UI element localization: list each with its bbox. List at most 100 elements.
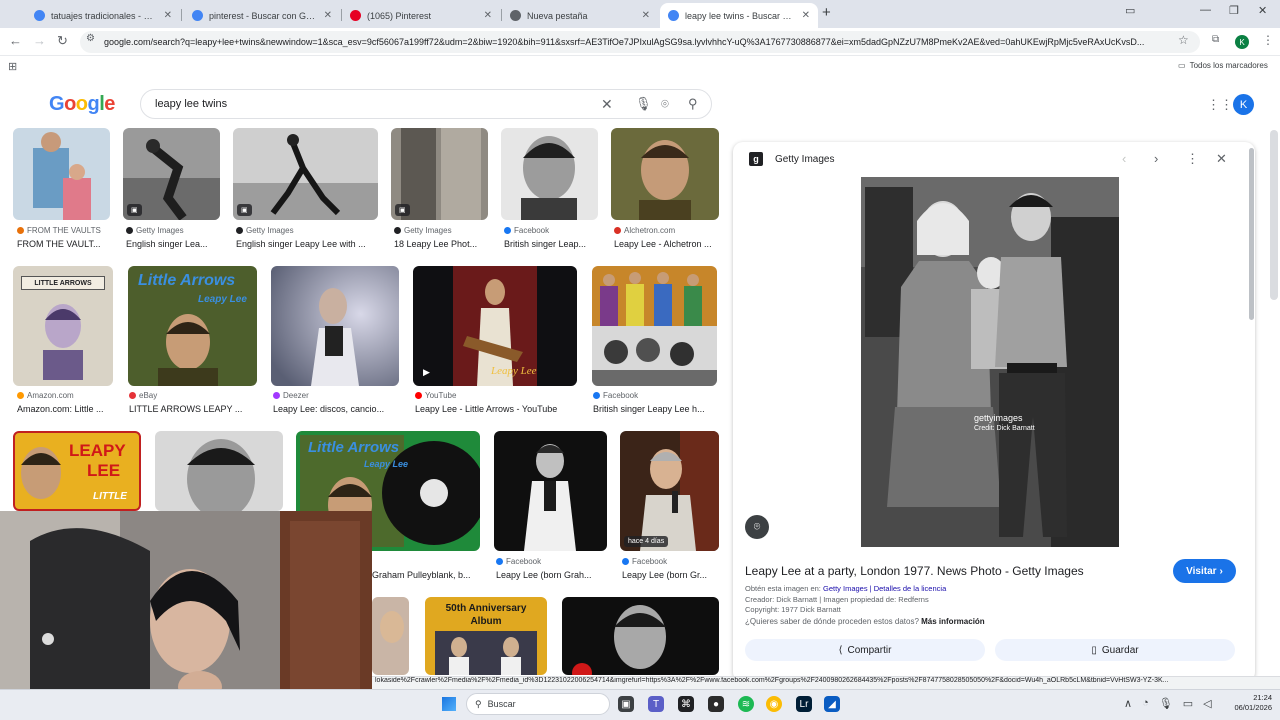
result-source[interactable]: Facebook (593, 391, 718, 400)
result-title[interactable]: FROM THE VAULT... (17, 239, 112, 249)
previous-result-icon[interactable]: ‹ (1122, 151, 1126, 166)
extensions-icon[interactable]: ⧉ (1212, 34, 1219, 45)
tab-search-icon[interactable]: ▭ (1125, 4, 1135, 17)
image-result[interactable] (592, 266, 717, 386)
license-link[interactable]: Getty Images | Detalles de la licencia (823, 584, 946, 593)
close-tab-icon[interactable]: ✕ (642, 10, 650, 21)
network-icon[interactable]: ◔ (1142, 697, 1149, 710)
result-title[interactable]: Amazon.com: Little ... (17, 404, 114, 414)
maximize-icon[interactable]: ❐ (1229, 4, 1239, 17)
result-source[interactable]: Getty Images (126, 226, 221, 235)
result-source[interactable]: Amazon.com (17, 391, 114, 400)
image-result[interactable]: ▣ (123, 128, 220, 220)
address-bar[interactable]: google.com/search?q=leapy+lee+twins&neww… (80, 31, 1200, 53)
microphone-icon[interactable]: 🎙 (1159, 697, 1173, 710)
result-title[interactable]: British singer Leap... (504, 239, 599, 249)
result-source[interactable]: FROM THE VAULTS (17, 226, 112, 235)
back-arrow-icon[interactable]: ← (9, 33, 22, 48)
panel-menu-icon[interactable]: ⋮ (1186, 151, 1199, 167)
result-title[interactable]: Leapy Lee (born Gr... (622, 570, 721, 580)
panel-source-name[interactable]: Getty Images (775, 154, 834, 165)
volume-icon[interactable]: ◁ (1203, 697, 1211, 710)
clear-search-icon[interactable]: ✕ (601, 96, 613, 113)
video-play-icon[interactable]: ▶ (423, 367, 430, 378)
tab-pinterest[interactable]: (1065) Pinterest ✕ (342, 3, 500, 28)
result-title[interactable]: 18 Leapy Lee Phot... (394, 239, 489, 249)
result-source[interactable]: eBay (129, 391, 257, 400)
display-icon[interactable]: ▭ (1183, 697, 1193, 710)
result-title[interactable]: British singer Leapy Lee h... (593, 404, 718, 414)
tab-tatuajes[interactable]: tatuajes tradicionales - Buscar ✕ (26, 3, 180, 28)
next-result-icon[interactable]: › (1154, 151, 1158, 166)
tab-leapy-lee-active[interactable]: leapy lee twins - Buscar con Go ✕ (660, 3, 818, 28)
close-tab-icon[interactable]: ✕ (484, 10, 492, 21)
page-scrollbar[interactable] (1270, 130, 1278, 300)
teams-icon[interactable]: T (648, 696, 664, 712)
all-bookmarks-button[interactable]: ▭ Todos los marcadores (1178, 61, 1268, 70)
browser-menu-icon[interactable]: ⋮ (1262, 33, 1274, 47)
new-tab-plus-icon[interactable]: + (822, 4, 831, 21)
search-input[interactable]: leapy lee twins (155, 98, 227, 110)
search-box[interactable]: leapy lee twins ✕ 🎙 ⌾ ⚲ (140, 89, 712, 119)
reload-icon[interactable]: ↻ (57, 33, 68, 49)
image-result[interactable]: LEAPY LEE LITTLE (13, 431, 141, 511)
image-result[interactable]: 50th Anniversary Album (425, 597, 547, 675)
image-result[interactable] (562, 597, 719, 675)
image-result[interactable]: LITTLE ARROWS (13, 266, 113, 386)
image-result[interactable] (372, 597, 409, 675)
task-view-icon[interactable]: ▣ (618, 696, 634, 712)
tab-new[interactable]: Nueva pestaña ✕ (502, 3, 658, 28)
image-result[interactable] (155, 431, 283, 511)
close-tab-icon[interactable]: ✕ (164, 10, 172, 21)
image-result[interactable] (611, 128, 719, 220)
panel-scrollbar[interactable] (1249, 148, 1254, 320)
voice-search-icon[interactable]: 🎙 (635, 96, 652, 112)
result-title[interactable]: Leapy Lee - Little Arrows - YouTube (415, 404, 577, 414)
result-title[interactable]: English singer Lea... (126, 239, 221, 249)
preview-image[interactable]: gettyimages Credit: Dick Barnatt (861, 177, 1119, 547)
result-source[interactable]: Deezer (273, 391, 399, 400)
taskbar-clock[interactable]: 21:24 06/01/2026 (1224, 693, 1272, 713)
image-result[interactable]: ▣ (391, 128, 488, 220)
image-result[interactable] (271, 266, 399, 386)
result-title[interactable]: LITTLE ARROWS LEAPY ... (129, 404, 257, 414)
profile-avatar[interactable]: K (1235, 35, 1249, 49)
close-window-icon[interactable]: ✕ (1258, 4, 1267, 17)
image-result[interactable]: hace 4 días (620, 431, 719, 551)
photos-icon[interactable]: ◢ (824, 696, 840, 712)
result-source[interactable]: Getty Images (394, 226, 489, 235)
result-source[interactable]: YouTube (415, 391, 577, 400)
image-result[interactable]: Little Arrows Leapy Lee (128, 266, 257, 386)
result-source[interactable]: Facebook (622, 557, 721, 566)
bookmark-star-icon[interactable]: ☆ (1178, 33, 1189, 47)
search-icon[interactable]: ⚲ (688, 96, 698, 112)
taskbar-search[interactable]: ⚲ Buscar (466, 693, 610, 715)
app-icon[interactable]: ⌘ (678, 696, 694, 712)
result-source[interactable]: Getty Images (236, 226, 381, 235)
close-panel-icon[interactable]: ✕ (1216, 151, 1227, 167)
site-info-icon[interactable]: ⚙ (86, 33, 95, 44)
google-logo[interactable]: Google (49, 93, 115, 116)
panel-title[interactable]: Leapy Lee at a party, London 1977. News … (745, 564, 1084, 578)
result-title[interactable]: Leapy Lee - Alchetron ... (614, 239, 722, 249)
more-info-link[interactable]: Más información (921, 617, 985, 626)
tab-pinterest-search[interactable]: pinterest - Buscar con Google ✕ (184, 3, 340, 28)
spotify-icon[interactable]: ≋ (738, 696, 754, 712)
result-title[interactable]: Leapy Lee: discos, cancio... (273, 404, 399, 414)
result-title[interactable]: Graham Pulleyblank, b... (372, 570, 480, 580)
lens-search-icon[interactable]: ⌾ (745, 515, 769, 539)
obs-icon[interactable]: ● (708, 696, 724, 712)
minimize-icon[interactable]: — (1200, 4, 1211, 16)
result-source[interactable]: Facebook (496, 557, 607, 566)
apps-grid-icon[interactable]: ⊞ (8, 60, 17, 73)
close-tab-icon[interactable]: ✕ (324, 10, 332, 21)
forward-arrow-icon[interactable]: → (33, 33, 46, 48)
windows-start-icon[interactable] (442, 697, 456, 711)
save-button[interactable]: ▯ Guardar (995, 639, 1235, 661)
lens-search-icon[interactable]: ⌾ (661, 96, 669, 112)
image-result[interactable] (494, 431, 607, 551)
show-hidden-icons-icon[interactable]: ∧ (1124, 697, 1132, 710)
image-result[interactable]: ▣ (233, 128, 378, 220)
image-result[interactable] (501, 128, 598, 220)
lightroom-icon[interactable]: Lr (796, 696, 812, 712)
